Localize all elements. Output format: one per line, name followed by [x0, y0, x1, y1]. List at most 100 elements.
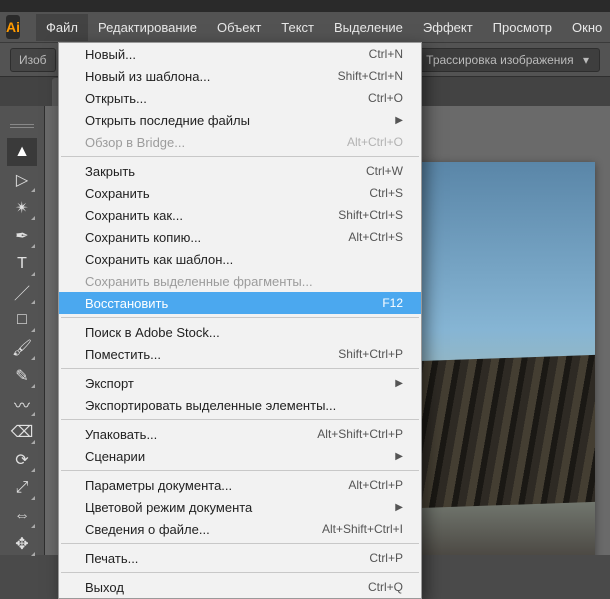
tool-line[interactable]: ／ — [7, 278, 37, 306]
flyout-indicator-icon — [31, 412, 35, 416]
tool-type[interactable]: T — [7, 250, 37, 278]
menu-просмотр[interactable]: Просмотр — [483, 14, 562, 41]
menu-item-label: Открыть последние файлы — [85, 113, 250, 128]
menu-item[interactable]: Сохранить копию... Alt+Ctrl+S — [59, 226, 421, 248]
menu-item-shortcut: Ctrl+P — [369, 551, 403, 565]
submenu-arrow-icon: ▶ — [395, 451, 403, 462]
tool-direct-selection[interactable]: ▷ — [7, 166, 37, 194]
menu-item[interactable]: Новый... Ctrl+N — [59, 43, 421, 65]
menu-item[interactable]: Сохранить как шаблон... — [59, 248, 421, 270]
submenu-arrow-icon: ▶ — [395, 502, 403, 513]
menu-item-label: Обзор в Bridge... — [85, 135, 185, 150]
menu-item-label: Новый из шаблона... — [85, 69, 210, 84]
menu-item-shortcut: Alt+Ctrl+P — [348, 478, 403, 492]
menu-item-shortcut: F12 — [382, 296, 403, 310]
menu-item[interactable]: Сведения о файле... Alt+Shift+Ctrl+I — [59, 518, 421, 540]
menu-текст[interactable]: Текст — [271, 14, 324, 41]
menu-item-label: Сохранить копию... — [85, 230, 201, 245]
tool-width[interactable]: ⇔ — [7, 502, 37, 530]
menu-эффект[interactable]: Эффект — [413, 14, 483, 41]
menu-item-shortcut: Ctrl+N — [369, 47, 403, 61]
menu-item[interactable]: Сценарии▶ — [59, 445, 421, 467]
menu-separator — [61, 543, 419, 544]
window-titlebar — [0, 0, 610, 12]
menu-item[interactable]: Поместить... Shift+Ctrl+P — [59, 343, 421, 365]
tool-rectangle[interactable]: □ — [7, 306, 37, 334]
flyout-indicator-icon — [31, 244, 35, 248]
menu-item-shortcut: Shift+Ctrl+S — [338, 208, 403, 222]
tool-blob-brush[interactable]: 〰 — [7, 390, 37, 418]
menu-item[interactable]: Восстановить F12 — [59, 292, 421, 314]
menu-item[interactable]: Открыть...Ctrl+O — [59, 87, 421, 109]
file-menu-dropdown: Новый... Ctrl+N Новый из шаблона... Shift+C… — [58, 42, 422, 599]
flyout-indicator-icon — [31, 188, 35, 192]
menu-separator — [61, 156, 419, 157]
menu-separator — [61, 317, 419, 318]
menu-item[interactable]: Печать...Ctrl+P — [59, 547, 421, 569]
panel-grip[interactable] — [10, 124, 34, 130]
menu-item[interactable]: Цветовой режим документа▶ — [59, 496, 421, 518]
menu-item[interactable]: Упаковать...Alt+Shift+Ctrl+P — [59, 423, 421, 445]
tool-pencil[interactable]: ✎ — [7, 362, 37, 390]
tools-panel: ▲▷✴✒T／□🖌✎〰⌫⟳⤢⇔✥ — [0, 106, 45, 555]
menu-item[interactable]: Поиск в Adobe Stock... — [59, 321, 421, 343]
menu-item[interactable]: Новый из шаблона... Shift+Ctrl+N — [59, 65, 421, 87]
menu-item-shortcut: Alt+Shift+Ctrl+I — [322, 522, 403, 536]
menu-item: Сохранить выделенные фрагменты... — [59, 270, 421, 292]
submenu-arrow-icon: ▶ — [395, 115, 403, 126]
flyout-indicator-icon — [31, 328, 35, 332]
menu-item-shortcut: Alt+Ctrl+O — [347, 135, 403, 149]
menu-separator — [61, 470, 419, 471]
tool-scale[interactable]: ⤢ — [7, 474, 37, 502]
menu-выделение[interactable]: Выделение — [324, 14, 413, 41]
flyout-indicator-icon — [31, 440, 35, 444]
menu-item-shortcut: Ctrl+S — [369, 186, 403, 200]
menu-item-label: Восстановить — [85, 296, 168, 311]
menu-item-shortcut: Alt+Ctrl+S — [348, 230, 403, 244]
options-left-tab[interactable]: Изоб — [10, 48, 56, 72]
menu-item-label: Сохранить как шаблон... — [85, 252, 233, 267]
menu-separator — [61, 419, 419, 420]
flyout-indicator-icon — [31, 524, 35, 528]
menu-item-label: Поместить... — [85, 347, 161, 362]
tool-rotate[interactable]: ⟳ — [7, 446, 37, 474]
app-logo: Ai — [6, 15, 20, 39]
menu-item-label: Сохранить как... — [85, 208, 183, 223]
menu-item-label: Новый... — [85, 47, 136, 62]
chevron-down-icon: ▾ — [583, 53, 589, 67]
tool-magic-wand[interactable]: ✴ — [7, 194, 37, 222]
tool-free-transform[interactable]: ✥ — [7, 530, 37, 558]
menu-item[interactable]: ВыходCtrl+Q — [59, 576, 421, 598]
menu-item[interactable]: Сохранить как... Shift+Ctrl+S — [59, 204, 421, 226]
tool-selection[interactable]: ▲ — [7, 138, 37, 166]
tool-pen[interactable]: ✒ — [7, 222, 37, 250]
menu-item-label: Сохранить — [85, 186, 150, 201]
menu-item-label: Поиск в Adobe Stock... — [85, 325, 220, 340]
tool-eraser[interactable]: ⌫ — [7, 418, 37, 446]
menu-item-label: Экспортировать выделенные элементы... — [85, 398, 336, 413]
menu-item-shortcut: Ctrl+W — [366, 164, 403, 178]
menu-item[interactable]: Сохранить Ctrl+S — [59, 182, 421, 204]
menubar: Ai ФайлРедактированиеОбъектТекстВыделени… — [0, 12, 610, 42]
flyout-indicator-icon — [31, 356, 35, 360]
menu-item-shortcut: Shift+Ctrl+P — [338, 347, 403, 361]
image-trace-label: Трассировка изображения — [426, 53, 573, 67]
menu-редактирование[interactable]: Редактирование — [88, 14, 207, 41]
menu-item[interactable]: ЗакрытьCtrl+W — [59, 160, 421, 182]
menu-объект[interactable]: Объект — [207, 14, 271, 41]
tool-paintbrush[interactable]: 🖌 — [7, 334, 37, 362]
menu-item[interactable]: Экспортировать выделенные элементы... — [59, 394, 421, 416]
flyout-indicator-icon — [31, 552, 35, 556]
menu-separator — [61, 368, 419, 369]
menu-окно[interactable]: Окно — [562, 14, 610, 41]
menu-item-label: Сведения о файле... — [85, 522, 210, 537]
menu-item[interactable]: Параметры документа...Alt+Ctrl+P — [59, 474, 421, 496]
menu-item-label: Открыть... — [85, 91, 147, 106]
menu-item[interactable]: Открыть последние файлы ▶ — [59, 109, 421, 131]
menu-item[interactable]: Экспорт▶ — [59, 372, 421, 394]
menu-separator — [61, 572, 419, 573]
menu-item-shortcut: Ctrl+Q — [368, 580, 403, 594]
menu-item-shortcut: Shift+Ctrl+N — [338, 69, 403, 83]
image-trace-button[interactable]: Трассировка изображения ▾ — [415, 48, 600, 72]
menu-файл[interactable]: Файл — [36, 14, 88, 41]
